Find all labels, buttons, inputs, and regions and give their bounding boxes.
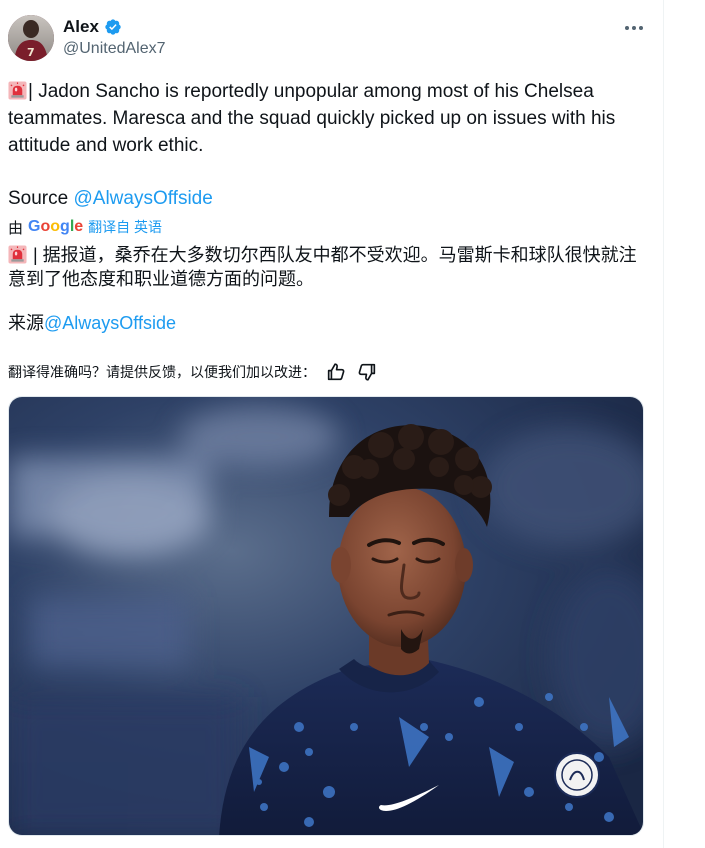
tweet-text: | Jadon Sancho is reportedly unpopular a… bbox=[8, 78, 648, 159]
source-mention-link[interactable]: @AlwaysOffside bbox=[73, 188, 212, 209]
siren-icon bbox=[8, 81, 27, 100]
tweet-media-photo[interactable] bbox=[8, 396, 644, 836]
translated-from-link[interactable]: 翻译自 英语 bbox=[88, 217, 162, 237]
more-options-button[interactable] bbox=[622, 17, 646, 39]
translated-body-text: | 据报道，桑乔在大多数切尔西队友中都不受欢迎。马雷斯卡和球队很快就注意到了他态… bbox=[8, 245, 637, 289]
verified-badge-icon bbox=[105, 19, 121, 35]
thumbs-up-icon[interactable] bbox=[325, 361, 347, 383]
avatar[interactable]: 7 bbox=[8, 15, 54, 61]
author-display-name[interactable]: Alex bbox=[63, 17, 99, 37]
page: 7 Alex @UnitedAlex7 | Jadon Sancho is re… bbox=[0, 0, 705, 848]
tweet-body-text: | Jadon Sancho is reportedly unpopular a… bbox=[8, 81, 616, 156]
author-name-row: Alex bbox=[63, 16, 122, 38]
player-photo-icon bbox=[9, 397, 643, 835]
translated-text: | 据报道，桑乔在大多数切尔西队友中都不受欢迎。马雷斯卡和球队很快就注意到了他态… bbox=[8, 243, 648, 291]
translation-feedback-row: 翻译得准确吗？请提供反馈，以便我们加以改进： bbox=[8, 360, 378, 384]
author-handle[interactable]: @UnitedAlex7 bbox=[63, 40, 166, 58]
more-dot-icon bbox=[632, 26, 636, 30]
translated-source-label: 来源 bbox=[8, 313, 44, 333]
thumbs-down-icon[interactable] bbox=[356, 361, 378, 383]
translated-source-mention-link[interactable]: @AlwaysOffside bbox=[44, 313, 176, 333]
translated-source-line: 来源@AlwaysOffside bbox=[8, 311, 176, 335]
translated-by-label: 由 bbox=[8, 219, 24, 237]
feedback-prompt: 翻译得准确吗？请提供反馈，以便我们加以改进： bbox=[8, 364, 316, 380]
more-dot-icon bbox=[639, 26, 643, 30]
source-line: Source @AlwaysOffside bbox=[8, 186, 213, 212]
translated-by-row: 由 Google 翻译自 英语 bbox=[8, 217, 162, 237]
avatar-photo-icon: 7 bbox=[8, 15, 54, 61]
siren-icon bbox=[8, 245, 27, 264]
google-logo: Google bbox=[28, 218, 84, 235]
source-label: Source bbox=[8, 188, 69, 209]
column-divider bbox=[663, 0, 664, 848]
svg-text:7: 7 bbox=[27, 46, 35, 59]
more-dot-icon bbox=[625, 26, 629, 30]
